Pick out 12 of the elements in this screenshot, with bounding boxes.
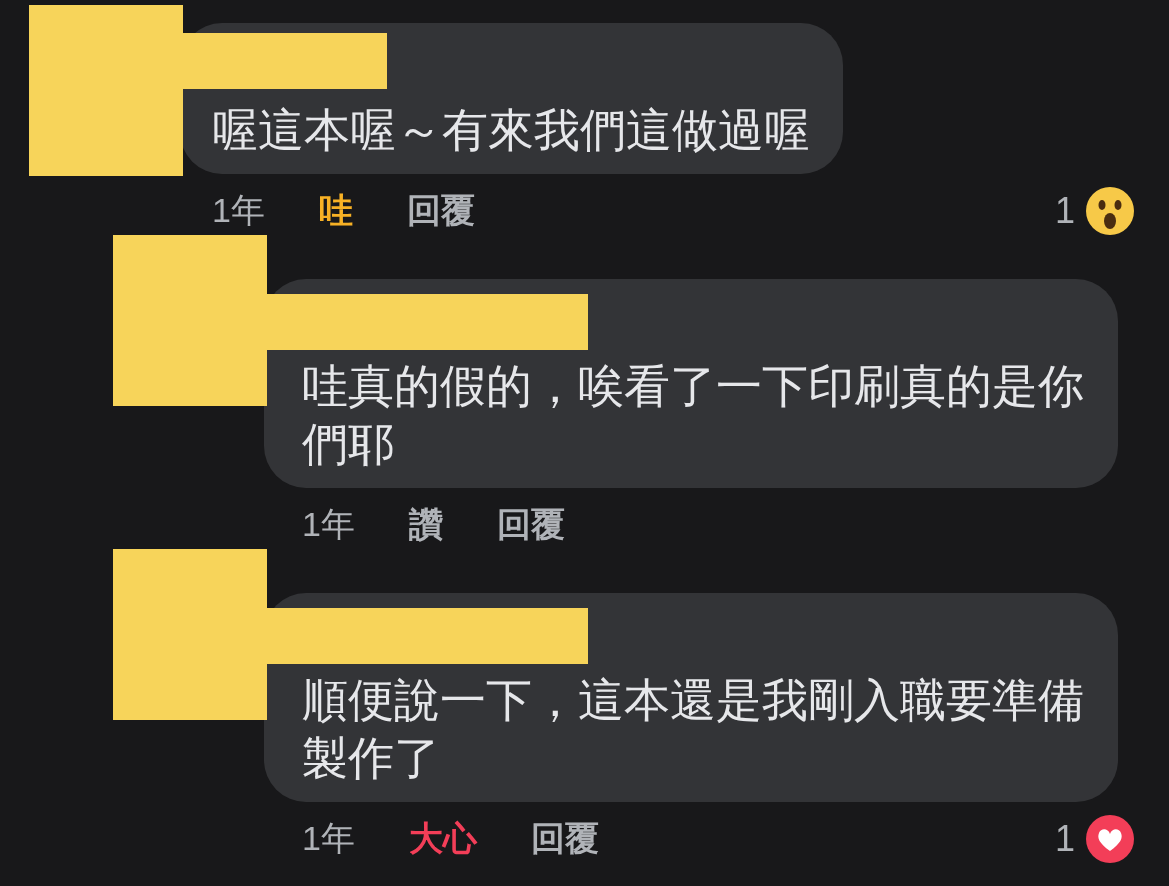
reply-button[interactable]: 回覆	[406, 188, 475, 234]
comment-time: 1年	[212, 190, 265, 231]
reaction-button[interactable]: 哇	[318, 188, 353, 234]
surprised-face-icon	[1085, 186, 1135, 236]
reply-button[interactable]: 回覆	[530, 816, 599, 862]
reply-button[interactable]: 回覆	[496, 502, 565, 548]
reaction-count: 1	[1054, 818, 1075, 860]
reaction-count: 1	[1054, 190, 1075, 232]
reaction-button[interactable]: 大心	[408, 816, 477, 862]
comment-time: 1年	[302, 818, 355, 859]
reaction-button[interactable]: 讚	[408, 502, 443, 548]
comment-time: 1年	[302, 504, 355, 545]
